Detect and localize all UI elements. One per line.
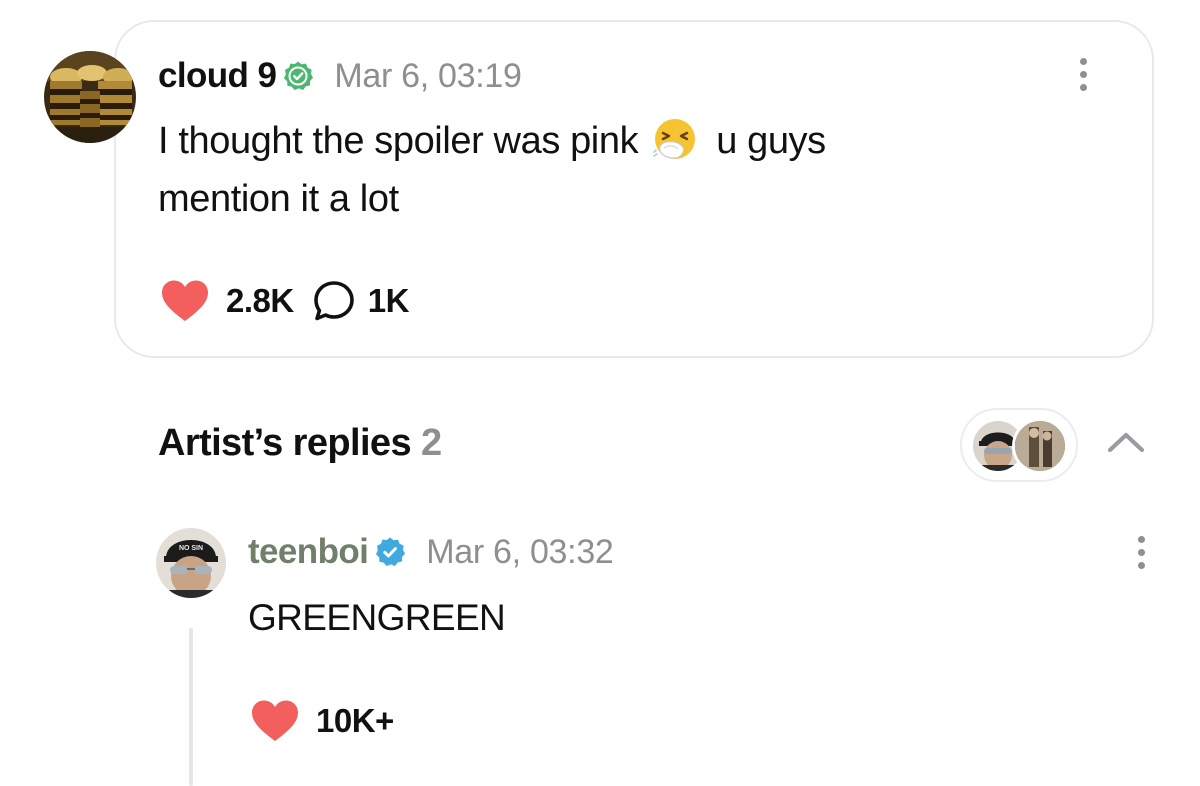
post-actions: 2.8K 1K: [160, 276, 409, 326]
replier-avatar-stack[interactable]: [960, 408, 1078, 482]
reply-header: teenboi Mar 6, 03:32: [248, 530, 614, 574]
thread-line: [189, 628, 193, 786]
avatar: [1012, 418, 1068, 474]
comment-icon[interactable]: [312, 279, 356, 323]
sneezing-face-icon: [652, 116, 698, 162]
username[interactable]: cloud 9: [158, 56, 277, 96]
post-header: cloud 9 Mar 6, 03:19: [158, 54, 522, 98]
more-options-icon[interactable]: [1134, 536, 1148, 569]
post-text-line2: mention it a lot: [158, 178, 399, 220]
reply-actions: 10K+: [250, 696, 394, 746]
more-options-icon[interactable]: [1076, 58, 1090, 91]
like-count: 10K+: [316, 702, 394, 739]
dot: [1137, 562, 1145, 569]
dot: [1079, 58, 1087, 65]
verified-badge-icon: [374, 536, 406, 568]
chevron-up-icon[interactable]: [1102, 426, 1150, 458]
comment-count: 1K: [367, 282, 410, 319]
heart-icon[interactable]: [160, 279, 210, 323]
post-text-continued: u guys: [716, 120, 826, 162]
avatar[interactable]: NO SIN: [156, 528, 226, 598]
post-text: I thought the spoiler was pink u guys me…: [158, 112, 1058, 228]
dot: [1137, 549, 1145, 556]
dot: [1079, 71, 1087, 78]
dot: [1137, 536, 1145, 543]
avatar[interactable]: [44, 51, 136, 143]
reply-username[interactable]: teenboi: [248, 532, 369, 572]
reply-text: GREENGREEN: [248, 597, 506, 638]
dot: [1079, 84, 1087, 91]
verified-badge-icon: [282, 60, 314, 92]
artist-replies-label: Artist’s replies: [158, 422, 412, 464]
reply-timestamp: Mar 6, 03:32: [426, 532, 614, 571]
artist-replies-heading: Artist’s replies 2: [158, 422, 442, 465]
post-timestamp: Mar 6, 03:19: [334, 56, 522, 95]
heart-icon[interactable]: [250, 699, 300, 743]
artist-replies-count: 2: [421, 422, 442, 464]
post-text-line1: I thought the spoiler was pink: [158, 120, 639, 162]
like-count: 2.8K: [226, 282, 294, 319]
svg-text:NO SIN: NO SIN: [179, 545, 203, 552]
